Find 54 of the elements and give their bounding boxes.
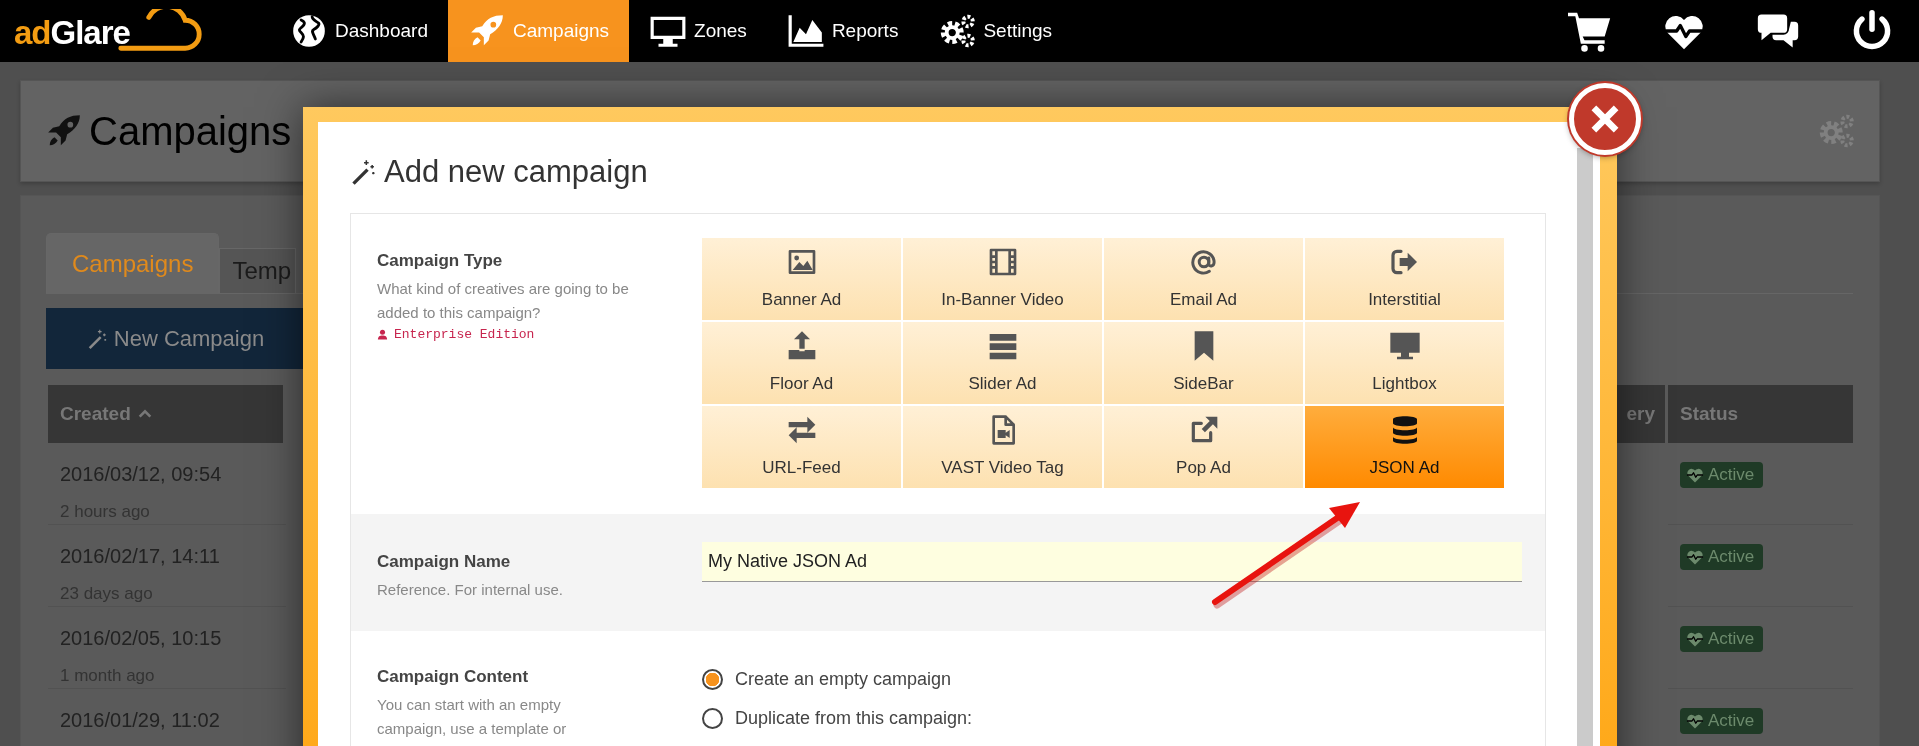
created-date: 2016/03/12, 09:54: [60, 462, 223, 487]
field-hint: Reference. For internal use.: [377, 580, 564, 600]
area-chart-icon: [786, 12, 825, 50]
nav-tab[interactable]: Zones: [629, 0, 767, 62]
column-header: Status: [1680, 403, 1739, 425]
magic-wand-icon: [350, 158, 378, 186]
gears-icon: [938, 12, 977, 50]
new-campaign-button[interactable]: New Campaign: [46, 308, 304, 369]
status-label: Active: [1708, 629, 1755, 649]
campaign-type-option[interactable]: Slider Ad: [903, 322, 1102, 404]
user-icon: [377, 329, 388, 340]
heart-pulse-icon: [1686, 630, 1704, 648]
created-date: 2016/02/05, 10:15: [60, 626, 223, 651]
field-hint: What kind of creatives are going to be added to this campaign?: [377, 279, 630, 323]
page-title: Campaigns: [89, 108, 292, 154]
logo[interactable]: adGlare: [14, 7, 206, 55]
radio-option[interactable]: Duplicate from this campaign:: [702, 706, 973, 731]
campaign-type-option[interactable]: Banner Ad: [702, 238, 901, 320]
dialog-title: Add new campaign: [384, 154, 648, 190]
heart-pulse-icon: [1686, 466, 1704, 484]
campaign-type-option[interactable]: URL-Feed: [702, 406, 901, 488]
campaign-type-option[interactable]: Interstitial: [1305, 238, 1504, 320]
field-label: Campaign Content: [377, 667, 530, 687]
field-label: Campaign Name: [377, 552, 512, 572]
status-label: Active: [1708, 711, 1755, 731]
campaign-type-option[interactable]: Email Ad: [1104, 238, 1303, 320]
nav-tab[interactable]: Dashboard: [270, 0, 448, 62]
radio-button[interactable]: [702, 669, 723, 690]
campaign-type-option[interactable]: Pop Ad: [1104, 406, 1303, 488]
field-label: Campaign Type: [377, 251, 504, 271]
status-label: Active: [1708, 465, 1755, 485]
globe-icon: [290, 12, 328, 50]
column-header: Created: [60, 403, 131, 425]
column-header: ery: [1626, 403, 1655, 425]
campaign-type-option[interactable]: Lightbox: [1305, 322, 1504, 404]
nav-tab[interactable]: Reports: [766, 0, 919, 62]
heart-pulse-icon: [1686, 548, 1704, 566]
campaign-name-field[interactable]: My Native JSON Ad: [702, 542, 1522, 582]
radio-option[interactable]: Create an empty campaign: [702, 667, 973, 692]
created-date: 2016/02/17, 14:11: [60, 544, 221, 569]
heart-pulse-icon: [1686, 712, 1704, 730]
campaign-type-option[interactable]: Floor Ad: [702, 322, 901, 404]
scrollbar[interactable]: [1577, 148, 1593, 746]
edition-note: Enterprise Edition: [394, 327, 535, 342]
campaign-type-option[interactable]: SideBar: [1104, 322, 1303, 404]
nav-tab[interactable]: Settings: [918, 0, 1073, 62]
field-hint: You can start with an empty campaign, use a template or: [377, 695, 568, 739]
campaign-type-option[interactable]: In-Banner Video: [903, 238, 1102, 320]
campaign-type-option[interactable]: JSON Ad: [1305, 406, 1504, 488]
campaign-type-option[interactable]: VAST Video Tag: [903, 406, 1102, 488]
radio-button[interactable]: [702, 708, 723, 729]
created-date: 2016/01/29, 11:02: [60, 708, 221, 733]
status-label: Active: [1708, 547, 1755, 567]
monitor-icon: [1388, 330, 1421, 362]
